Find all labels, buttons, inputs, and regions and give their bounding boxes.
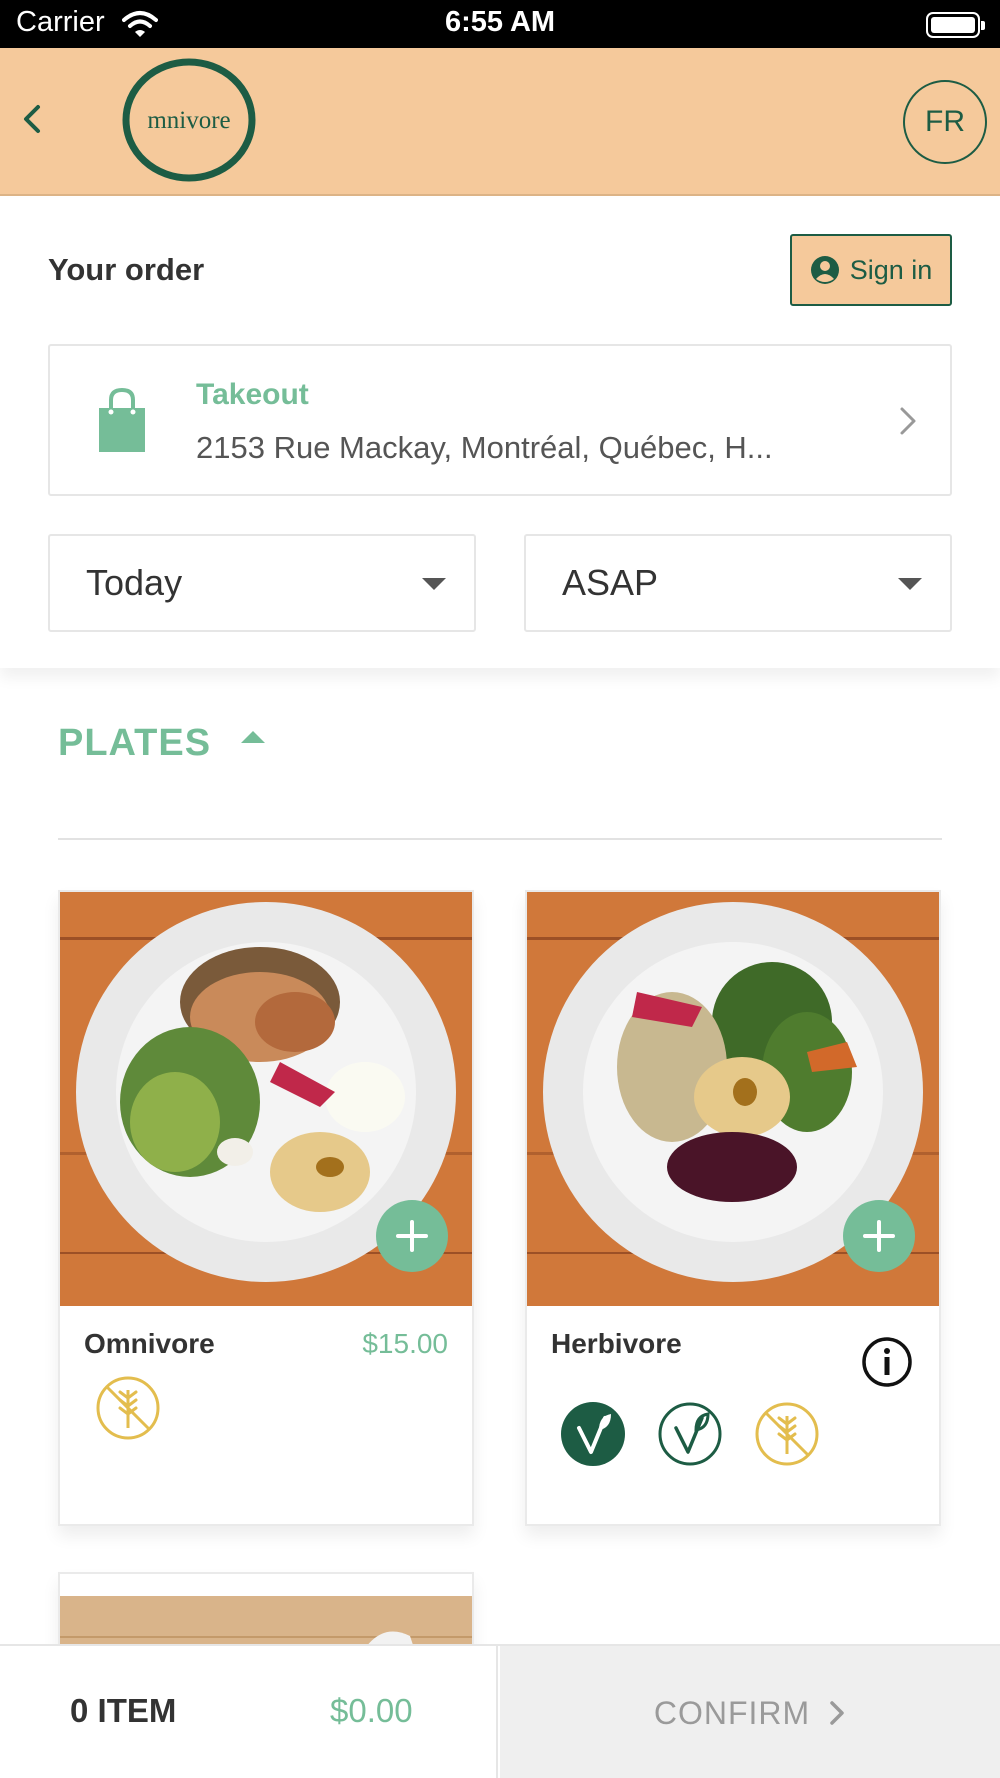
order-section: Your order Sign in Takeout 2153 Rue Mack… (0, 198, 1000, 668)
status-bar: Carrier 6:55 AM (0, 0, 1000, 48)
product-card-omnivore[interactable]: Omnivore $15.00 (58, 890, 474, 1526)
shopping-bag-icon (99, 388, 145, 452)
app-header: mnivore FR (0, 48, 1000, 196)
product-name: Omnivore (84, 1328, 215, 1359)
chevron-right-icon (830, 1701, 844, 1725)
time-select-value: ASAP (562, 562, 659, 603)
category-divider (58, 838, 942, 840)
gluten-free-icon (96, 1376, 160, 1440)
clock: 6:55 AM (444, 6, 556, 38)
cart-item-count: 0 ITEM (70, 1692, 177, 1729)
sign-in-label: Sign in (849, 254, 933, 285)
product-name: Herbivore (551, 1328, 682, 1359)
gluten-free-icon (755, 1402, 819, 1466)
add-to-cart-button[interactable] (843, 1200, 915, 1272)
language-toggle-button[interactable]: FR (903, 80, 987, 164)
vegan-icon (561, 1402, 625, 1466)
category-title: PLATES (58, 722, 212, 764)
svg-text:mnivore: mnivore (147, 107, 230, 134)
info-icon[interactable] (861, 1336, 913, 1388)
battery-icon (926, 12, 985, 38)
time-select[interactable]: ASAP (524, 534, 952, 632)
cart-bottom-bar: 0 ITEM $0.00 CONFIRM (0, 1644, 1000, 1778)
sign-in-button[interactable]: Sign in (790, 234, 952, 306)
date-select-value: Today (86, 562, 183, 603)
date-select[interactable]: Today (48, 534, 476, 632)
vegetarian-icon (658, 1402, 722, 1466)
cart-summary[interactable]: 0 ITEM $0.00 (0, 1646, 498, 1778)
plus-icon (396, 1220, 428, 1252)
chevron-right-icon (900, 407, 916, 435)
user-circle-icon (810, 256, 839, 284)
product-price: $15.00 (362, 1328, 448, 1359)
confirm-label: CONFIRM (653, 1694, 811, 1731)
back-button[interactable] (12, 94, 52, 144)
cart-total: $0.00 (330, 1692, 413, 1729)
takeout-location-selector[interactable]: Takeout 2153 Rue Mackay, Montréal, Québe… (48, 344, 952, 496)
add-to-cart-button[interactable] (376, 1200, 448, 1272)
category-toggle-plates[interactable]: PLATES (58, 722, 266, 765)
plus-icon (863, 1220, 895, 1252)
caret-down-icon (422, 578, 446, 590)
omnivore-logo: mnivore (122, 58, 256, 182)
order-title: Your order (48, 252, 205, 287)
chevron-left-icon (24, 105, 40, 133)
pickup-address: 2153 Rue Mackay, Montréal, Québec, H... (196, 430, 773, 465)
order-mode: Takeout (196, 378, 309, 411)
product-card-herbivore[interactable]: Herbivore (525, 890, 941, 1526)
caret-up-icon (241, 730, 266, 743)
confirm-button[interactable]: CONFIRM (500, 1646, 1000, 1778)
caret-down-icon (898, 578, 922, 590)
